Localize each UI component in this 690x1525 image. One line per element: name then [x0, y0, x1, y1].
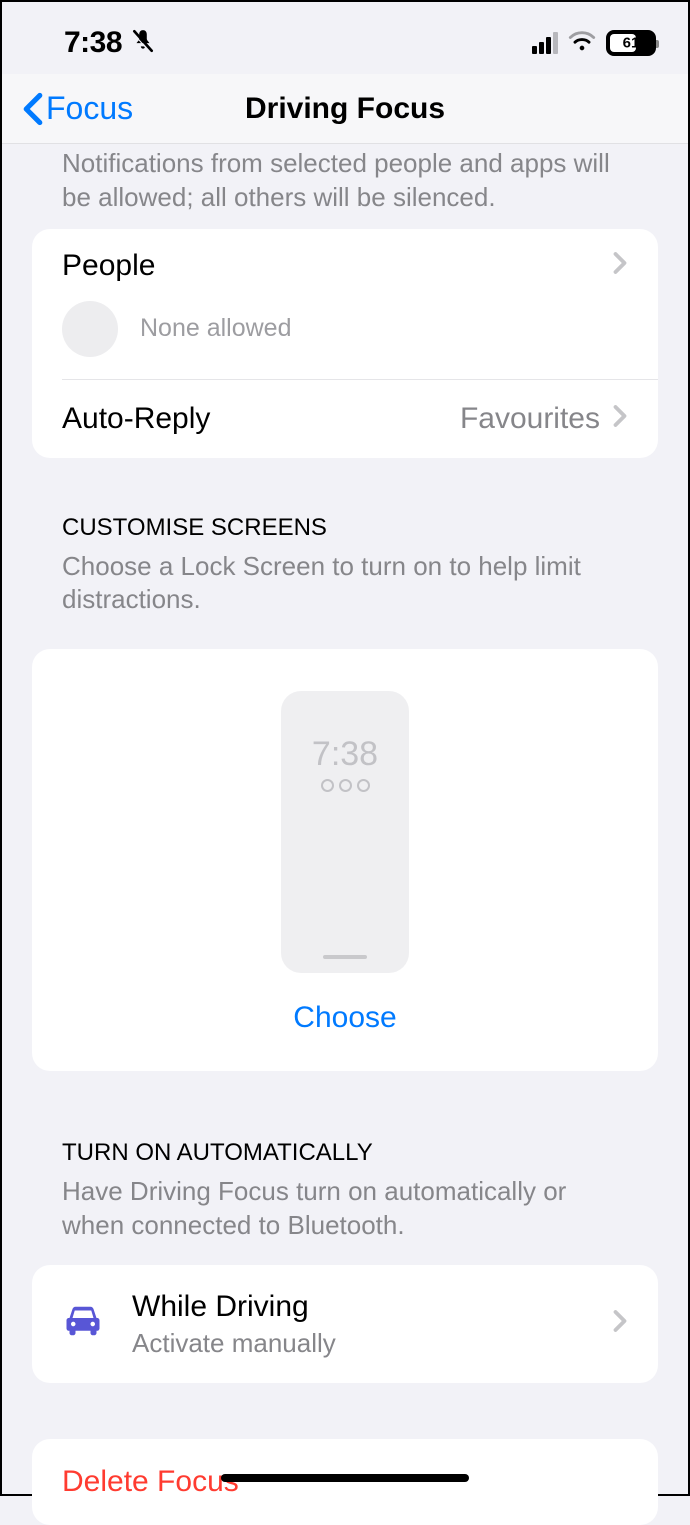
auto-reply-value: Favourites	[460, 402, 600, 436]
customise-header: CUSTOMISE SCREENS	[2, 514, 688, 546]
nav-header: Focus Driving Focus	[2, 74, 688, 144]
chevron-left-icon	[22, 92, 44, 126]
lockscreen-widgets-icon	[321, 779, 370, 792]
wifi-icon	[568, 30, 596, 57]
page-title: Driving Focus	[245, 92, 445, 126]
content: Notifications from selected people and a…	[2, 144, 688, 1525]
while-driving-label: While Driving	[132, 1289, 584, 1325]
battery-level: 61	[623, 35, 640, 52]
back-label: Focus	[46, 90, 133, 127]
choose-button[interactable]: Choose	[293, 1001, 396, 1035]
avatar-placeholder	[62, 301, 118, 357]
activate-sub: Activate manually	[132, 1328, 584, 1359]
chevron-right-icon	[612, 1309, 628, 1338]
car-icon	[62, 1304, 104, 1343]
people-label: People	[62, 249, 612, 283]
back-button[interactable]: Focus	[22, 90, 133, 127]
battery-icon: 61	[606, 30, 656, 56]
status-bar: 7:38 61	[2, 2, 688, 74]
home-indicator[interactable]	[221, 1474, 469, 1482]
lockscreen-time: 7:38	[312, 735, 378, 774]
delete-focus-label: Delete Focus	[62, 1465, 239, 1498]
auto-reply-row[interactable]: Auto-Reply Favourites	[32, 380, 658, 458]
none-allowed-label: None allowed	[140, 314, 292, 343]
status-right: 61	[532, 30, 656, 57]
status-left: 7:38	[64, 26, 156, 60]
auto-desc: Have Driving Focus turn on automatically…	[2, 1171, 688, 1257]
lockscreen-preview[interactable]: 7:38	[281, 691, 409, 973]
customise-desc: Choose a Lock Screen to turn on to help …	[2, 546, 688, 632]
auto-card: While Driving Activate manually	[32, 1265, 658, 1383]
auto-reply-label: Auto-Reply	[62, 402, 460, 436]
phone-homebar-icon	[323, 955, 367, 959]
cellular-signal-icon	[532, 32, 558, 54]
silent-icon	[130, 28, 156, 59]
chevron-right-icon	[612, 404, 628, 433]
lockscreen-card: 7:38 Choose	[32, 649, 658, 1071]
auto-header: TURN ON AUTOMATICALLY	[2, 1139, 688, 1171]
allow-card: People None allowed Auto-Reply Favourite…	[32, 229, 658, 458]
status-time: 7:38	[64, 26, 122, 60]
chevron-right-icon	[612, 251, 628, 280]
allow-notifications-desc: Notifications from selected people and a…	[2, 144, 688, 229]
while-driving-row[interactable]: While Driving Activate manually	[32, 1265, 658, 1383]
people-row[interactable]: People None allowed	[32, 229, 658, 379]
